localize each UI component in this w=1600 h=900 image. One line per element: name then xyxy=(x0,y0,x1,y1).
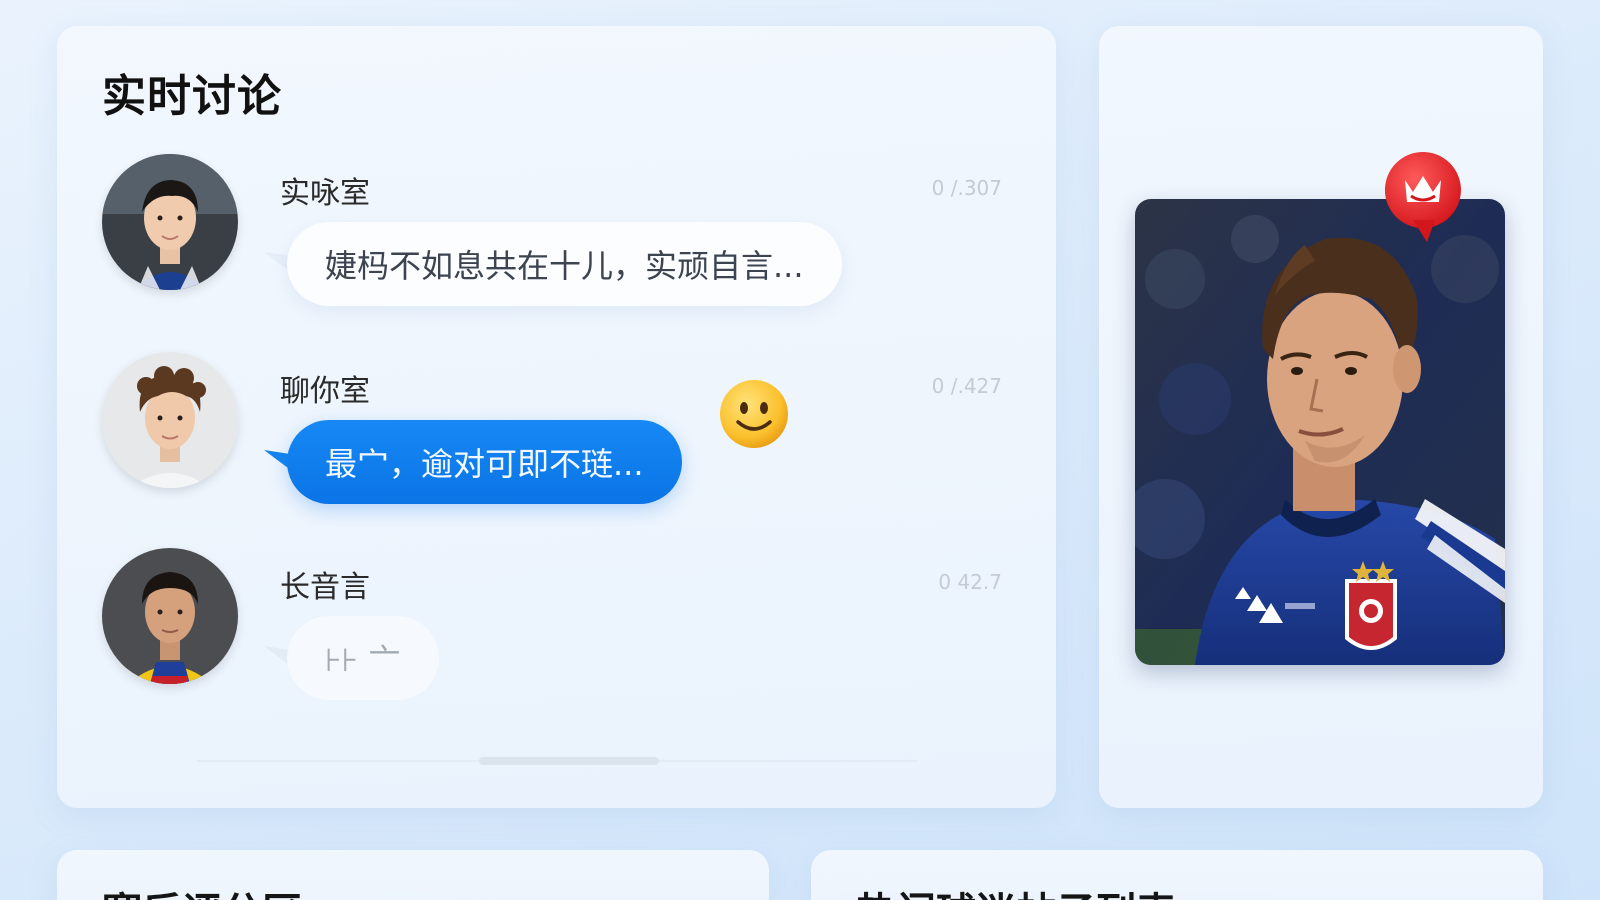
live-discussion-panel: 实时讨论 实咏室 0 /.307 婕杩不如息共在十儿，实顽自言... 聊你室 0… xyxy=(57,26,1056,808)
chat-message[interactable]: 实咏室 0 /.307 婕杩不如息共在十儿，实顽自言... xyxy=(102,154,1002,306)
user-avatar[interactable] xyxy=(102,154,238,290)
user-avatar[interactable] xyxy=(102,548,238,684)
user-avatar[interactable] xyxy=(102,352,238,488)
smiley-emoji-icon xyxy=(720,380,788,448)
username: 长音言 xyxy=(280,570,370,605)
player-photo[interactable] xyxy=(1135,199,1505,665)
panel-title: 赛后评分区 xyxy=(102,880,302,900)
timestamp: 0 /.307 xyxy=(931,176,1002,200)
fan-posts-panel: 热门球迷帖子列表 xyxy=(811,850,1543,900)
chat-message[interactable]: 聊你室 0 /.427 最宀，逾对可即不琏... xyxy=(102,352,1002,504)
crown-icon[interactable] xyxy=(1383,150,1463,245)
timestamp: 0 /.427 xyxy=(931,374,1002,398)
username: 实咏室 xyxy=(280,176,370,211)
featured-player-panel xyxy=(1099,26,1543,808)
chat-message[interactable]: 长音言 0 42.7 ⊦⊦ 亠 xyxy=(102,548,1002,700)
panel-title: 热门球迷帖子列表 xyxy=(856,880,1176,900)
timestamp: 0 42.7 xyxy=(938,570,1002,594)
bubble-tail xyxy=(264,450,290,468)
username: 聊你室 xyxy=(280,374,370,409)
bubble-tail xyxy=(264,252,290,270)
message-bubble[interactable]: 婕杩不如息共在十儿，实顽自言... xyxy=(287,222,842,306)
bubble-tail xyxy=(264,646,290,664)
message-bubble[interactable]: 最宀，逾对可即不琏... xyxy=(287,420,682,504)
panel-title: 实时讨论 xyxy=(102,71,282,122)
rating-panel: 赛后评分区 xyxy=(57,850,769,900)
message-bubble[interactable]: ⊦⊦ 亠 xyxy=(287,616,439,700)
scrollbar-thumb[interactable] xyxy=(479,757,659,765)
